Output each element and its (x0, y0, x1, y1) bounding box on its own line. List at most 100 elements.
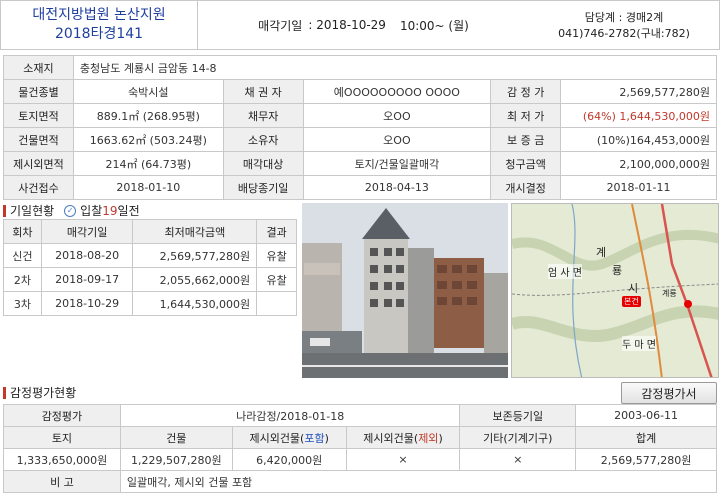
building-photo-illustration (302, 203, 508, 378)
location-map[interactable]: 계 룡 시 엄 사 면 두 마 면 계룡 본건 (511, 203, 719, 378)
case-info-table: 소재지 충청남도 계룡시 금암동 14-8 물건종별 숙박시설 채 권 자 예O… (3, 55, 718, 200)
auction-date: : 2018-10-29 (308, 18, 386, 32)
creditor-value: 예OOOOOOOOO OOOO (302, 79, 492, 104)
info-row: 제시외면적 214㎡ (64.73평) 매각대상 토지/건물일괄매각 청구금액 … (3, 151, 717, 176)
court-block: 대전지방법원 논산지원 2018타경141 (1, 1, 198, 49)
sale-target-label: 매각대상 (222, 151, 304, 176)
min-price-header: 최저매각금액 (132, 219, 258, 244)
sale-target-value: 토지/건물일괄매각 (302, 151, 492, 176)
address-row: 소재지 충청남도 계룡시 금암동 14-8 (3, 55, 718, 80)
map-label: 계 (596, 246, 607, 259)
sale-date-cell: 2018-09-17 (40, 267, 134, 292)
building-area-value: 1663.62㎡ (503.24평) (72, 127, 224, 152)
building-header: 건물 (119, 426, 233, 449)
claim-amount-label: 청구금액 (490, 151, 562, 176)
contact-dept: 담당계 : 경매2계 (584, 11, 664, 24)
appraisal-report-button[interactable]: 감정평가서 (621, 382, 717, 404)
appraisal-table: 감정평가 나라감정/2018-01-18 보존등기일 2003-06-11 토지… (3, 404, 718, 493)
property-photo[interactable] (302, 203, 508, 378)
bid-countdown: 입찰19일전 (80, 202, 139, 219)
dividend-deadline-value: 2018-04-13 (302, 175, 492, 200)
history-header-row: 회차 매각기일 최저매각금액 결과 (3, 219, 297, 244)
deposit-label: 보 증 금 (490, 127, 562, 152)
auction-date-label: 매각기일 (258, 18, 303, 33)
round-cell: 2차 (3, 267, 42, 292)
extra-included-value: 6,420,000원 (231, 448, 347, 471)
note-value: 일괄매각, 제시외 건물 포함 (119, 470, 718, 493)
note-label: 비 고 (3, 470, 121, 493)
land-value: 1,333,650,000원 (3, 448, 121, 471)
history-row: 신건 2018-08-20 2,569,577,280원 유찰 (3, 243, 297, 268)
registration-date-label: 보존등기일 (459, 404, 577, 427)
result-cell: 유찰 (256, 267, 297, 292)
case-number: 2018타경141 (54, 26, 144, 42)
commencement-label: 개시결정 (490, 175, 562, 200)
min-price-cell: 2,569,577,280원 (132, 243, 258, 268)
land-area-value: 889.1㎡ (268.95평) (72, 103, 224, 128)
extra-excluded-suffix: ) (438, 431, 443, 445)
map-marker-label: 본건 (622, 296, 641, 307)
machinery-value: × (459, 448, 577, 471)
min-price-cell: 2,055,662,000원 (132, 267, 258, 292)
history-title: 기일현황 (10, 204, 55, 218)
info-row: 토지면적 889.1㎡ (268.95평) 채무자 오OO 최 저 가 (64%… (3, 103, 717, 128)
building-area-label: 건물면적 (3, 127, 74, 152)
auction-time: 10:00~ (월) (399, 18, 469, 33)
case-header: 대전지방법원 논산지원 2018타경141 매각기일 : 2018-10-29 … (0, 0, 720, 50)
bid-countdown-prefix: 입찰 (80, 204, 103, 218)
creditor-label: 채 권 자 (222, 79, 304, 104)
case-received-label: 사건접수 (3, 175, 74, 200)
bid-countdown-days: 19 (102, 204, 118, 218)
land-area-label: 토지면적 (3, 103, 74, 128)
info-row: 물건종별 숙박시설 채 권 자 예OOOOOOOOO OOOO 감 정 가 2,… (3, 79, 717, 104)
total-value: 2,569,577,280원 (575, 448, 717, 471)
sale-date-cell: 2018-08-20 (40, 243, 134, 268)
address-value: 충청남도 계룡시 금암동 14-8 (72, 55, 718, 80)
machinery-header: 기타(기계기구) (459, 426, 577, 449)
info-row: 사건접수 2018-01-10 배당종기일 2018-04-13 개시결정 20… (3, 175, 717, 200)
case-received-value: 2018-01-10 (72, 175, 224, 200)
round-header: 회차 (3, 219, 42, 244)
extra-excluded-prefix: 제시외건물( (363, 431, 419, 445)
commencement-value: 2018-01-11 (560, 175, 717, 200)
extra-excluded-tag: 제외 (418, 431, 439, 445)
property-type-label: 물건종별 (3, 79, 74, 104)
map-label: 룡 (612, 264, 623, 277)
section-marker (3, 386, 6, 399)
map-label: 시 (628, 282, 639, 295)
min-price-cell: 1,644,530,000원 (132, 291, 258, 316)
excluded-area-label: 제시외면적 (3, 151, 74, 176)
appraisal-header-row: 토지 건물 제시외건물(포함) 제시외건물(제외) 기타(기계기구) 합계 (3, 426, 717, 449)
map-label: 두 마 면 (622, 336, 656, 351)
land-header: 토지 (3, 426, 121, 449)
extra-excluded-value: × (345, 448, 461, 471)
check-circle-icon: ✓ (64, 204, 77, 217)
appraisal-note-row: 비 고 일괄매각, 제시외 건물 포함 (3, 470, 718, 493)
appraiser-value: 나라감정/2018-01-18 (119, 404, 461, 427)
extra-included-suffix: ) (324, 431, 329, 445)
appraised-value: 2,569,577,280원 (560, 79, 717, 104)
excluded-area-value: 214㎡ (64.73평) (72, 151, 224, 176)
sale-date-header: 매각기일 (40, 219, 134, 244)
debtor-value: 오OO (302, 103, 492, 128)
extra-building-included-header: 제시외건물(포함) (231, 426, 347, 449)
auction-history-table: 회차 매각기일 최저매각금액 결과 신건 2018-08-20 2,569,57… (3, 219, 297, 316)
appraised-value-label: 감 정 가 (490, 79, 562, 104)
result-header: 결과 (256, 219, 297, 244)
minimum-price-label: 최 저 가 (490, 103, 562, 128)
bid-countdown-suffix: 일전 (117, 204, 140, 218)
address-label: 소재지 (3, 55, 74, 80)
contact-block: 담당계 : 경매2계 041)746-2782(구내:782) (529, 1, 719, 49)
sale-date-cell: 2018-10-29 (40, 291, 134, 316)
total-header: 합계 (575, 426, 717, 449)
debtor-label: 채무자 (222, 103, 304, 128)
result-cell: 유찰 (256, 243, 297, 268)
minimum-price-value: (64%) 1,644,530,000원 (560, 103, 717, 128)
owner-value: 오OO (302, 127, 492, 152)
info-row: 건물면적 1663.62㎡ (503.24평) 소유자 오OO 보 증 금 (1… (3, 127, 717, 152)
extra-included-prefix: 제시외건물( (249, 431, 305, 445)
court-name: 대전지방법원 논산지원 (32, 7, 166, 23)
owner-label: 소유자 (222, 127, 304, 152)
result-cell (256, 291, 297, 316)
map-illustration (512, 204, 718, 377)
